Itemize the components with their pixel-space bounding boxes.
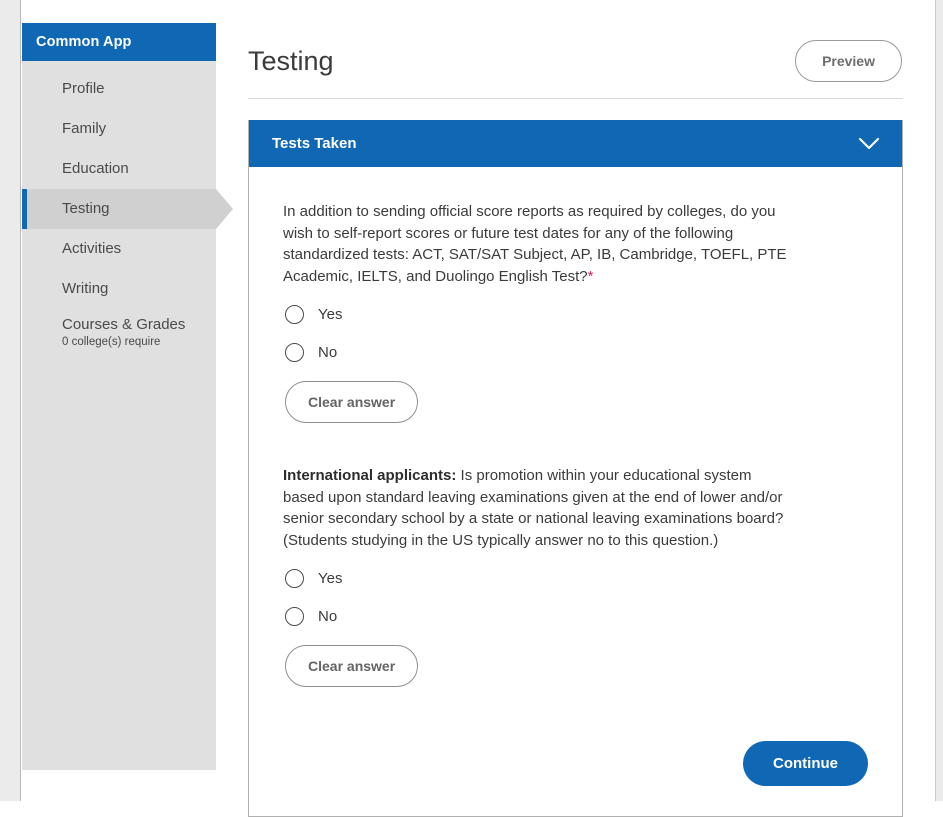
- page-header: Testing Preview: [248, 23, 903, 99]
- continue-button[interactable]: Continue: [743, 741, 868, 786]
- tests-taken-card-header[interactable]: Tests Taken: [249, 120, 902, 167]
- radio-circle-icon[interactable]: [285, 305, 304, 324]
- sidebar-item-label: Courses & Grades: [62, 316, 216, 334]
- sidebar-item-education[interactable]: Education: [22, 149, 216, 189]
- required-asterisk: *: [588, 268, 594, 285]
- sidebar-item-label: Writing: [62, 280, 216, 298]
- sidebar: Common App Profile Family Education Test…: [22, 23, 216, 770]
- radio-circle-icon[interactable]: [285, 607, 304, 626]
- page-left-gutter: [0, 0, 21, 801]
- question-lead: International applicants:: [283, 467, 456, 484]
- sidebar-item-label: Testing: [62, 200, 216, 218]
- sidebar-item-writing[interactable]: Writing: [22, 269, 216, 309]
- page-title: Testing: [248, 45, 334, 77]
- sidebar-item-courses-and-grades[interactable]: Courses & Grades 0 college(s) require: [22, 309, 216, 355]
- sidebar-item-label: Activities: [62, 240, 216, 258]
- clear-answer-button[interactable]: Clear answer: [285, 645, 418, 687]
- radio-option-label: No: [318, 608, 337, 625]
- question-text: In addition to sending official score re…: [283, 201, 793, 287]
- radio-option-label: Yes: [318, 306, 342, 323]
- question-text: International applicants: Is promotion w…: [283, 465, 793, 551]
- sidebar-item-activities[interactable]: Activities: [22, 229, 216, 269]
- sidebar-brand: Common App: [22, 23, 216, 61]
- chevron-down-icon[interactable]: [858, 137, 880, 150]
- clear-answer-button[interactable]: Clear answer: [285, 381, 418, 423]
- sidebar-nav: Profile Family Education Testing Activit…: [22, 61, 216, 355]
- sidebar-item-profile[interactable]: Profile: [22, 69, 216, 109]
- question-international-applicants: International applicants: Is promotion w…: [283, 465, 868, 687]
- tests-taken-card-body: In addition to sending official score re…: [249, 167, 902, 723]
- radio-option-no[interactable]: No: [283, 597, 868, 635]
- radio-circle-icon[interactable]: [285, 569, 304, 588]
- sidebar-item-testing[interactable]: Testing: [22, 189, 216, 229]
- main-content: Testing Preview Tests Taken In addition …: [248, 23, 903, 817]
- radio-option-label: Yes: [318, 570, 342, 587]
- sidebar-item-label: Education: [62, 160, 216, 178]
- card-title: Tests Taken: [272, 135, 356, 152]
- sidebar-item-sublabel: 0 college(s) require: [62, 335, 216, 349]
- sidebar-item-label: Profile: [62, 80, 216, 98]
- radio-circle-icon[interactable]: [285, 343, 304, 362]
- radio-option-yes[interactable]: Yes: [283, 559, 868, 597]
- sidebar-item-label: Family: [62, 120, 216, 138]
- card-footer: Continue: [249, 723, 902, 816]
- sidebar-item-family[interactable]: Family: [22, 109, 216, 149]
- question-self-report-scores: In addition to sending official score re…: [283, 201, 868, 423]
- radio-option-yes[interactable]: Yes: [283, 295, 868, 333]
- radio-option-no[interactable]: No: [283, 333, 868, 371]
- radio-option-label: No: [318, 344, 337, 361]
- question-body: In addition to sending official score re…: [283, 203, 787, 285]
- page-right-scrollbar[interactable]: [935, 0, 943, 801]
- tests-taken-card: Tests Taken In addition to sending offic…: [248, 120, 903, 817]
- preview-button[interactable]: Preview: [795, 40, 902, 82]
- sidebar-brand-label: Common App: [36, 34, 132, 50]
- app-page: Common App Profile Family Education Test…: [0, 0, 943, 801]
